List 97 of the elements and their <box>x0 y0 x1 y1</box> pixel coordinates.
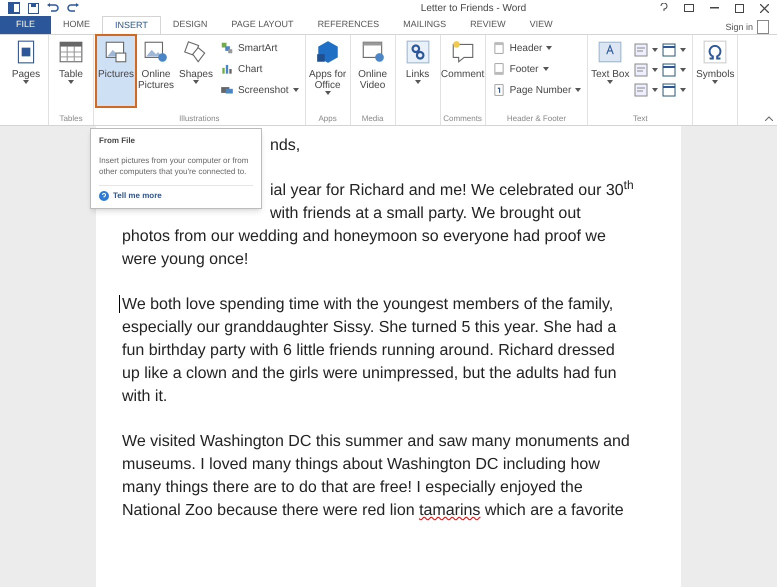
header-icon <box>492 41 506 55</box>
caret-icon <box>680 48 686 52</box>
caret-icon <box>542 67 548 71</box>
tooltip-title: From File <box>99 135 136 147</box>
caret-icon <box>680 68 686 72</box>
symbol-icon <box>702 39 728 65</box>
ribbon-button[interactable]: Screenshot <box>220 81 299 99</box>
ribbon-button[interactable]: Pages <box>6 35 46 107</box>
document-line: We visited Washington DC this summer and saw many monuments and <box>122 432 630 452</box>
file-tab[interactable]: FILE <box>0 16 52 34</box>
caret-icon <box>23 80 29 84</box>
caret-icon <box>652 88 658 92</box>
caret-icon <box>607 80 614 84</box>
ribbon-button[interactable]: SmartArt <box>220 39 299 57</box>
ribbon-button[interactable]: Online Video <box>352 35 393 107</box>
caret-icon <box>324 91 331 95</box>
group-label: Comments <box>442 113 483 125</box>
ribbon-button[interactable]: Shapes <box>176 35 216 107</box>
caret-icon <box>68 80 74 84</box>
picture-icon <box>103 39 129 65</box>
document-line: up like a clown and the girls were unimpressed, but the adults had fun <box>122 364 617 384</box>
maximize-icon[interactable] <box>735 4 744 12</box>
group-label: Tables <box>58 113 84 125</box>
apps-icon <box>314 39 341 65</box>
ribbon-tab[interactable]: MAILINGS <box>391 16 458 34</box>
caret-icon <box>292 88 299 92</box>
caret-icon <box>193 80 199 84</box>
ribbon-button[interactable]: Comment <box>442 35 483 107</box>
document-line: many things there are to do that are free! I especially enjoyed the <box>122 478 583 498</box>
caret-icon <box>414 80 421 84</box>
ribbon-button[interactable]: Links <box>398 35 438 107</box>
caret-icon <box>652 68 658 72</box>
ribbon-button[interactable]: Text Box <box>590 35 630 107</box>
document-line: especially our granddaughter Sissy. She turned 5 this year. She had a <box>122 318 616 338</box>
text-tool-icon[interactable] <box>634 63 648 77</box>
text-tool-icon[interactable] <box>662 63 676 77</box>
document-line: with it. <box>122 387 168 407</box>
text-tool-icon[interactable] <box>634 83 648 97</box>
ribbon-button[interactable]: Online Pictures <box>136 35 176 107</box>
save-icon[interactable] <box>28 2 39 14</box>
chart-icon <box>220 62 234 76</box>
redo-icon[interactable] <box>67 3 79 13</box>
caret-icon <box>652 48 658 52</box>
help-icon[interactable] <box>660 3 668 13</box>
ribbon-tab[interactable]: DESIGN <box>160 16 220 34</box>
ribbon-tab[interactable]: REVIEW <box>458 16 518 34</box>
collapse-ribbon-icon[interactable] <box>765 116 773 121</box>
comment-icon <box>450 39 476 65</box>
undo-icon[interactable] <box>47 3 59 13</box>
close-icon[interactable] <box>760 4 769 12</box>
group-label: Media <box>360 113 384 125</box>
ribbon-button[interactable]: Pictures <box>96 35 136 107</box>
tell-me-more-link[interactable]: Tell me more <box>113 190 162 202</box>
text-tool-icon[interactable] <box>662 83 676 97</box>
document-line: ial year for Richard and me! We celebrated our 30$^{th}$ <box>270 179 634 201</box>
text-tool-icon[interactable] <box>662 43 676 57</box>
ribbon-tab[interactable]: PAGE LAYOUT <box>219 16 306 34</box>
document-line: We both love spending time with the youngest members of the family, <box>122 295 614 315</box>
window-title: Letter to Friends - Word <box>420 2 528 16</box>
ribbon-tab[interactable]: INSERT <box>102 16 161 34</box>
ribbon-tab[interactable]: HOME <box>51 16 102 34</box>
caret-icon <box>546 46 552 50</box>
group-label: Apps <box>317 113 338 125</box>
ribbon-button[interactable]: Chart <box>220 60 299 78</box>
group-label: Header & Footer <box>506 113 568 125</box>
text-tool-icon[interactable] <box>634 43 648 57</box>
group-label: Text <box>632 113 649 125</box>
sign-in-link[interactable]: Sign in <box>725 20 753 34</box>
ribbon-button[interactable]: Footer <box>492 60 582 78</box>
ribbon-button[interactable]: Symbols <box>695 35 736 107</box>
caret-icon <box>712 80 718 84</box>
document-line: museums. I loved many things about Washington DC including how <box>122 455 600 475</box>
ribbon-options-icon[interactable] <box>684 4 694 12</box>
document-line: nds, <box>270 136 300 156</box>
page-number-icon <box>492 83 506 97</box>
ribbon-button[interactable]: Header <box>492 39 582 57</box>
document-line: with friends at a small party. We brought out <box>270 204 581 224</box>
document-line: photos from our wedding and honeymoon so everyone had proof we <box>122 227 606 247</box>
textbox-icon <box>597 39 624 65</box>
document-line: were young once! <box>122 250 248 270</box>
help-icon <box>99 191 109 201</box>
links-icon <box>404 39 431 65</box>
tooltip-description: Insert pictures from your computer or from other computers that you're connected to. <box>99 155 250 177</box>
minimize-icon[interactable] <box>710 7 719 9</box>
ribbon-tab[interactable]: VIEW <box>518 16 565 34</box>
footer-icon <box>492 62 506 76</box>
ribbon-button[interactable]: Table <box>51 35 91 107</box>
ribbon-button[interactable]: Page Number <box>492 81 582 99</box>
caret-icon <box>575 88 582 92</box>
smartart-icon <box>220 41 234 55</box>
ribbon-tab[interactable]: REFERENCES <box>306 16 392 34</box>
document-line: National Zoo because there were red lion tamarins which are a favorite <box>122 501 624 521</box>
ribbon-button[interactable]: Apps for Office <box>308 35 348 107</box>
caret-icon <box>680 88 686 92</box>
group-label: Illustrations <box>178 113 221 125</box>
document-line: fun birthday party with 6 little friends running around. Richard dressed <box>122 341 615 361</box>
table-icon <box>58 39 84 65</box>
